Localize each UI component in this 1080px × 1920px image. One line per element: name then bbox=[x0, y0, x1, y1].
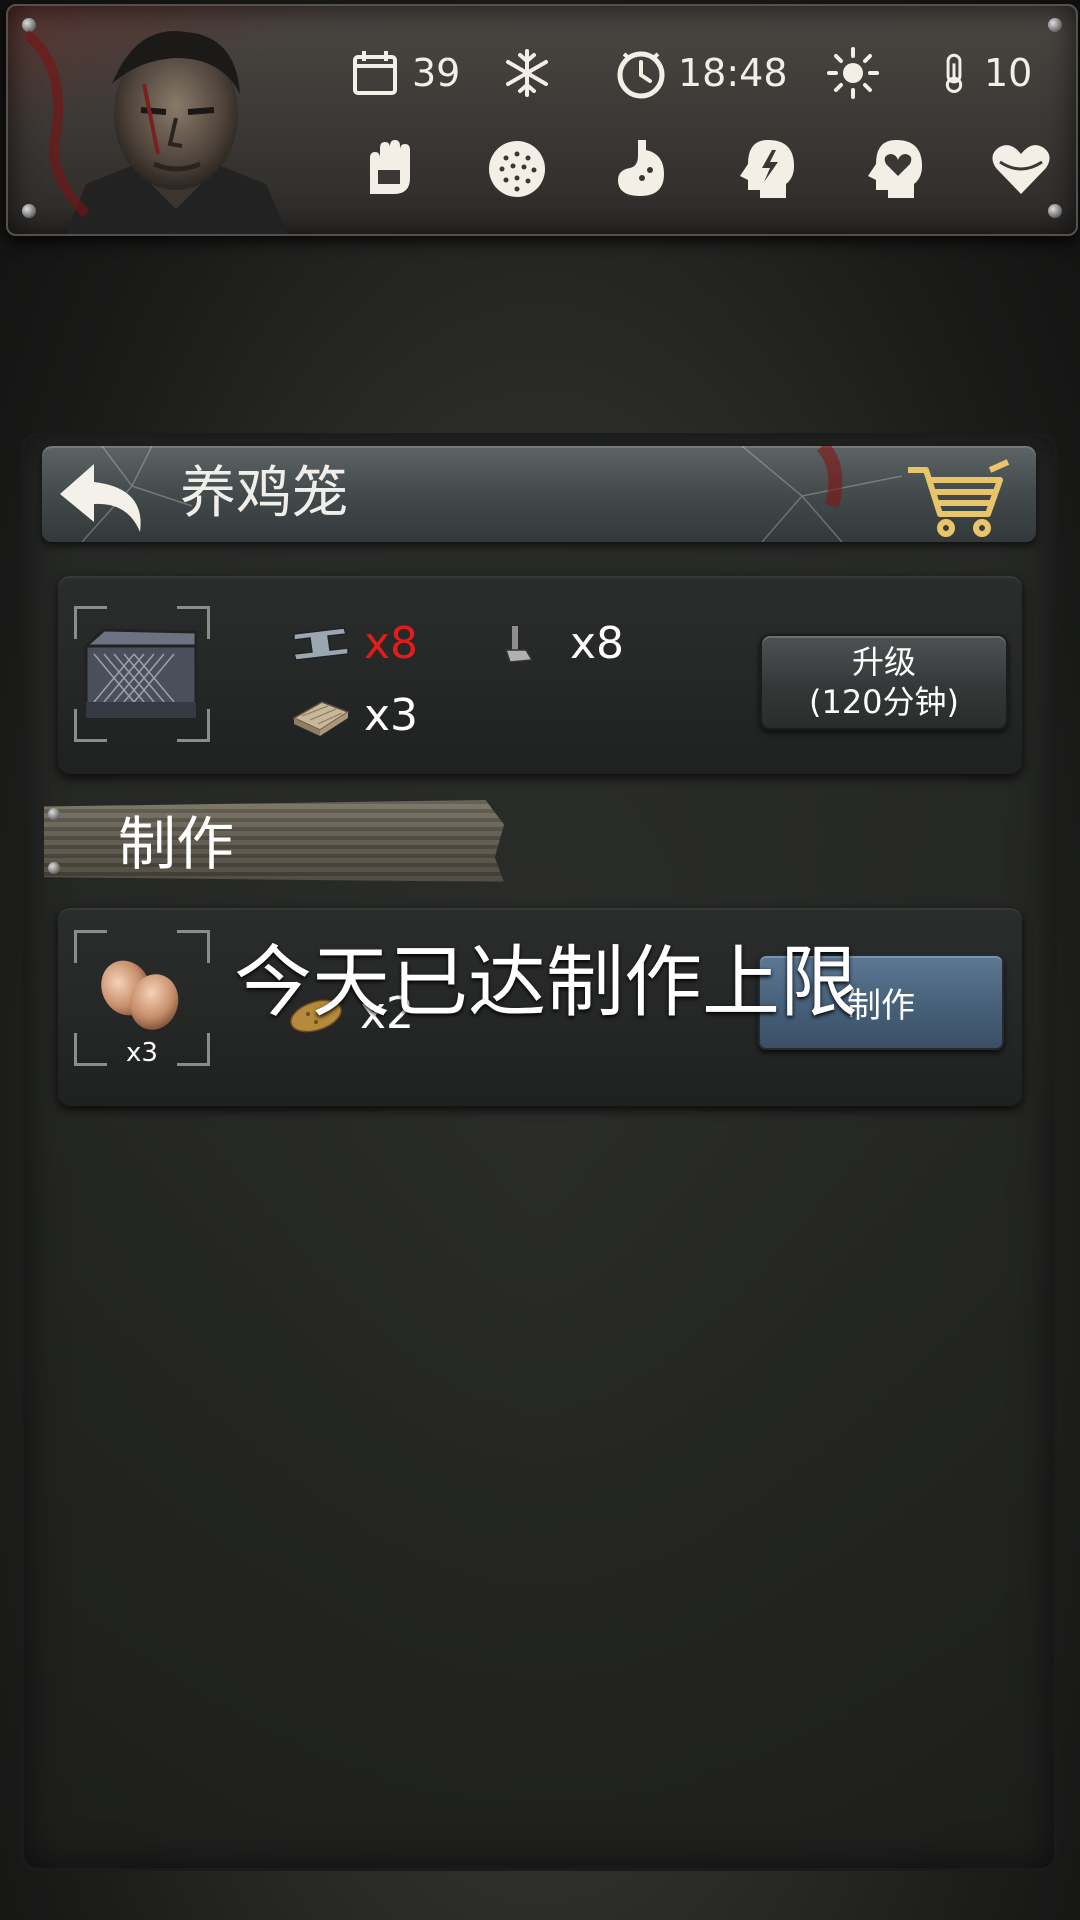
head-heart-icon bbox=[868, 140, 922, 198]
rivet bbox=[48, 808, 60, 820]
heart-icon bbox=[992, 145, 1050, 194]
status-hud: 39 18:48 10 bbox=[6, 4, 1078, 236]
head-bolt-icon bbox=[740, 140, 794, 198]
temperature-indicator: 10 bbox=[934, 46, 1032, 100]
sun-icon bbox=[827, 47, 879, 99]
fatigue-icon bbox=[489, 141, 545, 197]
snowflake-icon bbox=[506, 49, 548, 97]
steel-beam-quantity: x8 bbox=[364, 618, 419, 669]
output-count: x3 bbox=[126, 1038, 158, 1068]
craft-limit-message: 今天已达制作上限 bbox=[234, 938, 859, 1028]
rivet bbox=[1048, 204, 1062, 218]
mental-status[interactable] bbox=[734, 136, 800, 202]
bolt-icon bbox=[504, 625, 534, 663]
clock-icon bbox=[617, 51, 665, 99]
mood-status[interactable] bbox=[862, 136, 928, 202]
back-button[interactable] bbox=[54, 458, 154, 538]
output-slot[interactable]: x3 bbox=[74, 930, 210, 1068]
fatigue-status[interactable] bbox=[484, 136, 550, 202]
shop-button[interactable] bbox=[900, 456, 1012, 540]
back-arrow-icon bbox=[60, 464, 141, 532]
day-counter: 39 bbox=[348, 46, 460, 100]
upgrade-button[interactable]: 升级 (120分钟) bbox=[760, 634, 1008, 730]
cart-icon bbox=[908, 459, 1010, 537]
requirement-planks: x3 bbox=[290, 690, 418, 741]
weather-indicator bbox=[500, 46, 554, 100]
day-value: 39 bbox=[412, 51, 461, 95]
stomach-icon bbox=[618, 140, 664, 196]
character-portrait[interactable] bbox=[26, 14, 346, 234]
thermometer-icon bbox=[945, 53, 963, 93]
time-value: 18:48 bbox=[678, 51, 788, 95]
hands-icon bbox=[370, 140, 410, 194]
upgrade-button-label: 升级 bbox=[851, 643, 916, 681]
hands-status[interactable] bbox=[358, 136, 424, 202]
bolt-quantity: x8 bbox=[570, 618, 625, 669]
daylight-indicator bbox=[826, 46, 880, 100]
planks-quantity: x3 bbox=[364, 690, 419, 741]
building-slot[interactable] bbox=[74, 606, 210, 742]
temperature-value: 10 bbox=[984, 51, 1033, 95]
section-header-plank bbox=[44, 800, 504, 882]
rivet bbox=[1048, 18, 1062, 32]
calendar-icon bbox=[353, 51, 397, 95]
steel-beam-icon bbox=[292, 626, 349, 661]
hunger-status[interactable] bbox=[608, 136, 674, 202]
planks-icon bbox=[292, 700, 350, 736]
health-status[interactable] bbox=[988, 136, 1054, 202]
requirement-steel-beam: x8 bbox=[290, 618, 418, 669]
page-title: 养鸡笼 bbox=[180, 461, 348, 526]
upgrade-duration: (120分钟) bbox=[808, 683, 960, 721]
section-title: 制作 bbox=[118, 810, 235, 878]
rivet bbox=[48, 862, 60, 874]
clock: 18:48 bbox=[614, 46, 788, 100]
requirement-bolt: x8 bbox=[496, 618, 624, 669]
chicken-coop-icon bbox=[82, 628, 198, 720]
